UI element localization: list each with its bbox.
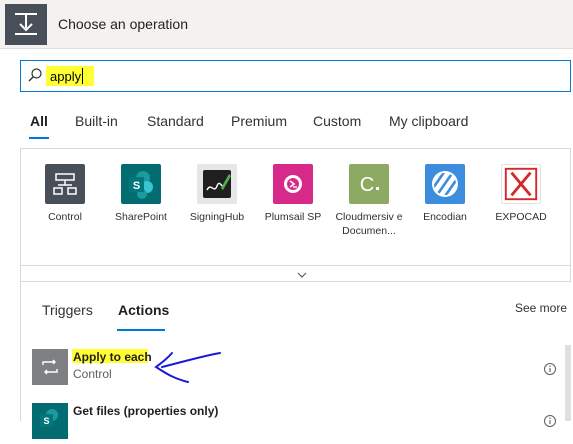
svg-text:S: S bbox=[133, 180, 140, 192]
see-more-link[interactable]: See more bbox=[515, 301, 567, 315]
search-icon bbox=[27, 67, 43, 83]
connector-label-signinghub[interactable]: SigningHub bbox=[179, 210, 255, 224]
cloudmersive-icon[interactable]: C bbox=[349, 164, 389, 204]
connector-label-sharepoint[interactable]: SharePoint bbox=[103, 210, 179, 224]
info-icon[interactable] bbox=[543, 414, 557, 428]
connector-label-plumsail[interactable]: Plumsail SP bbox=[255, 210, 331, 224]
expocad-icon[interactable] bbox=[501, 164, 541, 204]
info-icon[interactable] bbox=[543, 362, 557, 376]
action-subtitle: Control bbox=[73, 367, 112, 381]
tab-actions[interactable]: Actions bbox=[118, 302, 169, 318]
text-caret bbox=[82, 68, 83, 84]
search-value[interactable]: apply bbox=[50, 69, 81, 84]
plumsail-icon[interactable] bbox=[273, 164, 313, 204]
download-icon bbox=[5, 4, 47, 45]
encodian-icon[interactable] bbox=[425, 164, 465, 204]
svg-text:S: S bbox=[43, 416, 49, 426]
tab-indicator bbox=[117, 329, 165, 331]
signinghub-icon[interactable] bbox=[197, 164, 237, 204]
scrollbar[interactable] bbox=[565, 345, 571, 421]
connector-label-encodian[interactable]: Encodian bbox=[407, 210, 483, 224]
annotation-arrow bbox=[148, 348, 228, 388]
tab-my-clipboard[interactable]: My clipboard bbox=[389, 113, 468, 129]
tab-indicator bbox=[29, 137, 49, 139]
sharepoint-icon[interactable]: S bbox=[32, 403, 68, 439]
action-title-get-files[interactable]: Get files (properties only) bbox=[73, 404, 218, 418]
action-title-apply-to-each[interactable]: Apply to each bbox=[73, 350, 152, 364]
loop-icon[interactable] bbox=[32, 349, 68, 385]
collapse-connectors-bar[interactable] bbox=[20, 266, 571, 282]
svg-text:C: C bbox=[360, 174, 374, 196]
search-input[interactable] bbox=[20, 60, 571, 92]
tab-standard[interactable]: Standard bbox=[147, 113, 204, 129]
tab-built-in[interactable]: Built-in bbox=[75, 113, 118, 129]
sharepoint-icon[interactable]: S bbox=[121, 164, 161, 204]
chevron-down-icon[interactable] bbox=[297, 267, 307, 278]
connector-label-control[interactable]: Control bbox=[27, 210, 103, 224]
tab-premium[interactable]: Premium bbox=[231, 113, 287, 129]
tab-triggers[interactable]: Triggers bbox=[42, 302, 93, 318]
dialog-title: Choose an operation bbox=[58, 16, 188, 32]
tab-custom[interactable]: Custom bbox=[313, 113, 361, 129]
control-icon[interactable] bbox=[45, 164, 85, 204]
connector-label-cloudmersive[interactable]: Cloudmersiv e Documen... bbox=[331, 210, 407, 238]
tab-all[interactable]: All bbox=[30, 113, 48, 129]
connector-label-expocad[interactable]: EXPOCAD bbox=[483, 210, 559, 224]
